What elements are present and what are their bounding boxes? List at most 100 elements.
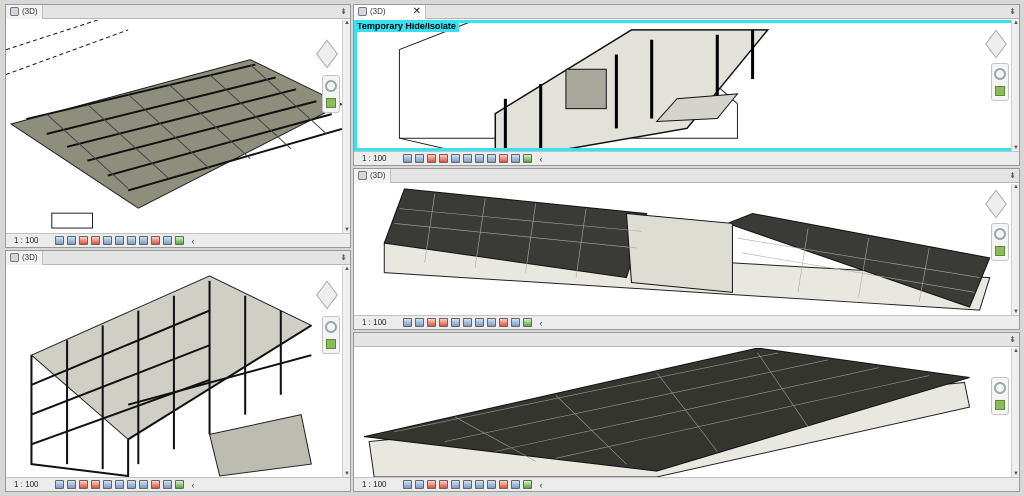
3d-canvas[interactable] — [6, 266, 350, 477]
view-pane-bottom-left[interactable]: (3D) ⇟ ▲ ▼ 1: 100 ‹ — [5, 250, 351, 492]
detail-level-icon[interactable] — [55, 236, 65, 245]
visual-style-icon[interactable] — [67, 480, 77, 489]
sun-path-icon[interactable] — [79, 236, 89, 245]
pane-menu-icon[interactable]: ⇟ — [1009, 7, 1016, 16]
zoom-icon[interactable] — [995, 86, 1005, 96]
navigation-wheel-icon[interactable] — [994, 382, 1006, 394]
3d-canvas[interactable] — [354, 184, 1019, 315]
scroll-up-icon[interactable]: ▲ — [1012, 184, 1019, 190]
render-icon[interactable] — [103, 236, 113, 245]
reveal-hidden-icon[interactable] — [163, 480, 173, 489]
detail-level-icon[interactable] — [403, 480, 413, 489]
worksharing-icon[interactable] — [523, 318, 533, 327]
sun-path-icon[interactable] — [79, 480, 89, 489]
worksharing-icon[interactable] — [175, 480, 185, 489]
lock-view-icon[interactable] — [487, 480, 497, 489]
visual-style-icon[interactable] — [415, 480, 425, 489]
detail-level-icon[interactable] — [403, 154, 413, 163]
zoom-icon[interactable] — [326, 98, 336, 108]
reveal-hidden-icon[interactable] — [511, 480, 521, 489]
zoom-icon[interactable] — [995, 400, 1005, 410]
pane-menu-icon[interactable]: ⇟ — [340, 7, 347, 16]
pane-menu-icon[interactable]: ⇟ — [1009, 335, 1016, 344]
worksharing-icon[interactable] — [523, 480, 533, 489]
vertical-scrollbar[interactable]: ▲ ▼ — [1011, 20, 1019, 151]
detail-level-icon[interactable] — [403, 318, 413, 327]
view-scale[interactable]: 1 : 100 — [362, 480, 386, 489]
scroll-up-icon[interactable]: ▲ — [343, 20, 350, 26]
navigation-wheel-icon[interactable] — [994, 228, 1006, 240]
visual-style-icon[interactable] — [67, 236, 77, 245]
lock-view-icon[interactable] — [487, 154, 497, 163]
crop-view-icon[interactable] — [115, 480, 125, 489]
view-scale[interactable]: 1 : 100 — [362, 318, 386, 327]
hide-isolate-icon[interactable] — [151, 480, 161, 489]
shadows-icon[interactable] — [439, 480, 449, 489]
scroll-up-icon[interactable]: ▲ — [1012, 20, 1019, 26]
zoom-icon[interactable] — [995, 246, 1005, 256]
show-crop-icon[interactable] — [475, 154, 485, 163]
view-pane-top-right[interactable]: (3D) ✕ ⇟ Temporary Hide/Isolate ▲ ▼ 1: … — [353, 4, 1020, 166]
render-icon[interactable] — [451, 480, 461, 489]
vertical-scrollbar[interactable]: ▲ ▼ — [1011, 184, 1019, 315]
reveal-hidden-icon[interactable] — [511, 318, 521, 327]
hide-isolate-icon[interactable] — [151, 236, 161, 245]
hide-isolate-icon[interactable] — [499, 154, 509, 163]
navigation-wheel-icon[interactable] — [325, 321, 337, 333]
scroll-left-icon[interactable]: ‹ — [191, 480, 194, 490]
scroll-left-icon[interactable]: ‹ — [191, 236, 194, 246]
sun-path-icon[interactable] — [427, 154, 437, 163]
close-tab-icon[interactable]: ✕ — [413, 6, 421, 17]
pane-menu-icon[interactable]: ⇟ — [340, 253, 347, 262]
view-tab[interactable]: (3D) — [6, 251, 43, 265]
shadows-icon[interactable] — [439, 154, 449, 163]
view-tab-active[interactable]: (3D) ✕ — [354, 5, 426, 19]
crop-view-icon[interactable] — [463, 154, 473, 163]
view-tab[interactable]: (3D) — [354, 169, 391, 183]
view-scale[interactable]: 1 : 100 — [362, 154, 386, 163]
worksharing-icon[interactable] — [175, 236, 185, 245]
view-pane-middle-right[interactable]: (3D) ⇟ ▲ ▼ 1: 100 ‹ — [353, 168, 1020, 330]
show-crop-icon[interactable] — [127, 236, 137, 245]
visual-style-icon[interactable] — [415, 318, 425, 327]
visual-style-icon[interactable] — [415, 154, 425, 163]
vertical-scrollbar[interactable]: ▲ ▼ — [342, 266, 350, 477]
hide-isolate-icon[interactable] — [499, 480, 509, 489]
hide-isolate-icon[interactable] — [499, 318, 509, 327]
detail-level-icon[interactable] — [55, 480, 65, 489]
shadows-icon[interactable] — [91, 480, 101, 489]
zoom-icon[interactable] — [326, 339, 336, 349]
worksharing-icon[interactable] — [523, 154, 533, 163]
navigation-wheel-icon[interactable] — [325, 80, 337, 92]
lock-view-icon[interactable] — [487, 318, 497, 327]
scroll-up-icon[interactable]: ▲ — [1012, 348, 1019, 354]
3d-canvas[interactable]: Temporary Hide/Isolate — [354, 20, 1019, 151]
shadows-icon[interactable] — [91, 236, 101, 245]
show-crop-icon[interactable] — [475, 480, 485, 489]
show-crop-icon[interactable] — [127, 480, 137, 489]
reveal-hidden-icon[interactable] — [511, 154, 521, 163]
render-icon[interactable] — [451, 154, 461, 163]
show-crop-icon[interactable] — [475, 318, 485, 327]
sun-path-icon[interactable] — [427, 318, 437, 327]
crop-view-icon[interactable] — [115, 236, 125, 245]
pane-menu-icon[interactable]: ⇟ — [1009, 171, 1016, 180]
lock-view-icon[interactable] — [139, 236, 149, 245]
scroll-left-icon[interactable]: ‹ — [539, 480, 542, 490]
vertical-scrollbar[interactable]: ▲ ▼ — [1011, 348, 1019, 477]
sun-path-icon[interactable] — [427, 480, 437, 489]
navigation-wheel-icon[interactable] — [994, 68, 1006, 80]
shadows-icon[interactable] — [439, 318, 449, 327]
view-scale[interactable]: 1 : 100 — [14, 236, 38, 245]
view-tab[interactable]: (3D) — [6, 5, 43, 19]
crop-view-icon[interactable] — [463, 480, 473, 489]
scroll-left-icon[interactable]: ‹ — [539, 318, 542, 328]
reveal-hidden-icon[interactable] — [163, 236, 173, 245]
view-pane-top-left[interactable]: (3D) ⇟ ▲ ▼ 1: 100 ‹ — [5, 4, 351, 248]
crop-view-icon[interactable] — [463, 318, 473, 327]
render-icon[interactable] — [103, 480, 113, 489]
view-scale[interactable]: 1 : 100 — [14, 480, 38, 489]
scroll-left-icon[interactable]: ‹ — [539, 154, 542, 164]
vertical-scrollbar[interactable]: ▲ ▼ — [342, 20, 350, 233]
scroll-up-icon[interactable]: ▲ — [343, 266, 350, 272]
